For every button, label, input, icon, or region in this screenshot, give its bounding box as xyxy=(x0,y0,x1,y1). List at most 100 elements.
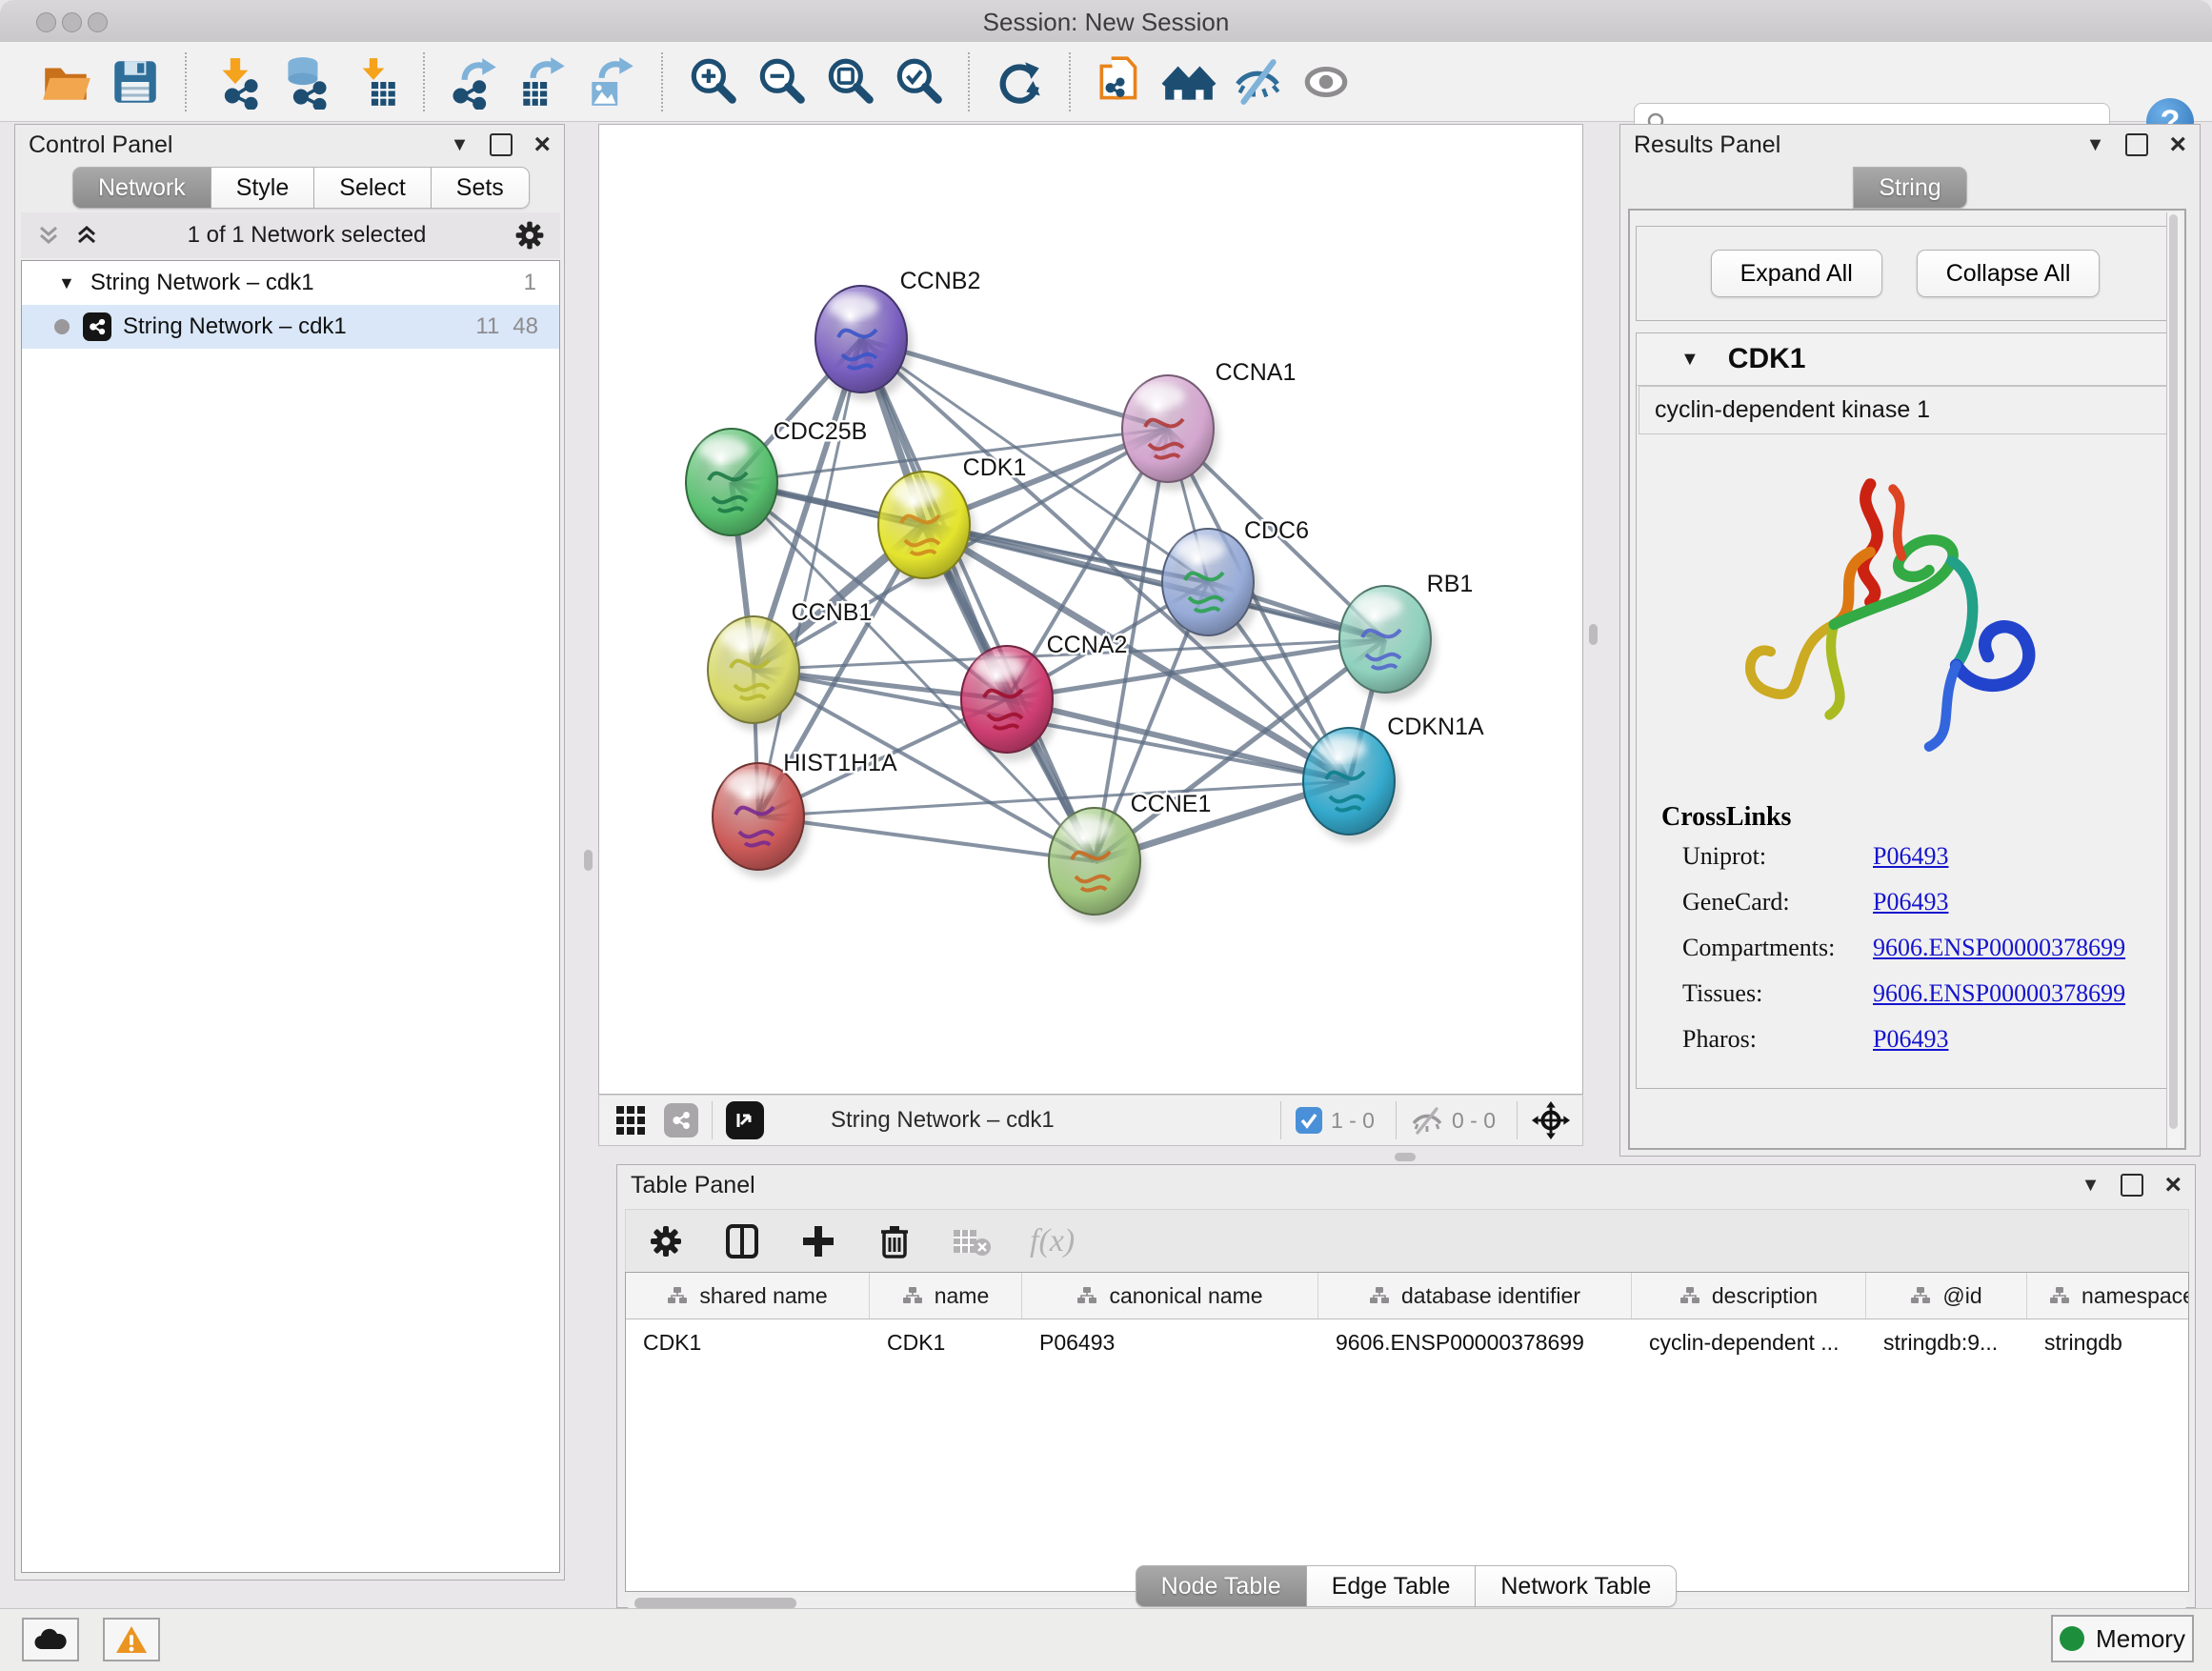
tab-select[interactable]: Select xyxy=(314,167,431,209)
zoom-out-button[interactable] xyxy=(753,52,810,111)
string-home-button[interactable] xyxy=(1160,52,1217,111)
import-network-database-button[interactable] xyxy=(276,52,333,111)
warnings-button[interactable] xyxy=(103,1618,160,1661)
column-header-name[interactable]: name xyxy=(870,1273,1022,1319)
tab-network-table[interactable]: Network Table xyxy=(1476,1565,1677,1607)
vertical-splitter-handle[interactable] xyxy=(584,850,593,871)
table-row[interactable]: CDK1CDK1P064939606.ENSP00000378699cyclin… xyxy=(626,1319,2188,1365)
selected-checkbox-icon[interactable] xyxy=(1295,1106,1323,1135)
open-in-window-icon[interactable] xyxy=(726,1101,764,1139)
table-cell[interactable]: stringdb:9... xyxy=(1866,1319,2027,1365)
collapse-all-icon[interactable] xyxy=(34,221,63,250)
column-header-description[interactable]: description xyxy=(1632,1273,1866,1319)
close-panel-icon[interactable]: × xyxy=(2169,135,2186,154)
network-node-CCNA1[interactable] xyxy=(1122,375,1219,491)
selection-status: 1 of 1 Network selected xyxy=(101,222,513,249)
add-column-icon[interactable] xyxy=(799,1222,837,1260)
edge-CCNB2-CCNE1[interactable] xyxy=(861,339,1095,861)
string-network-graph[interactable]: CCNB2CCNA1CDC25BCDK1CDC6RB1CCNB1CCNA2CDK… xyxy=(599,125,1582,1094)
table-cell[interactable]: CDK1 xyxy=(626,1319,870,1365)
save-session-button[interactable] xyxy=(107,52,164,111)
memory-button[interactable]: Memory xyxy=(2051,1615,2194,1662)
zoom-selected-button[interactable] xyxy=(890,52,947,111)
gene-section-header[interactable]: ▼ CDK1 xyxy=(1637,333,2174,386)
close-panel-icon[interactable]: × xyxy=(533,135,551,154)
tab-style[interactable]: Style xyxy=(211,167,315,209)
network-node-CDK1[interactable] xyxy=(878,472,975,587)
tab-network[interactable]: Network xyxy=(72,167,211,209)
node-table-grid[interactable]: shared namenamecanonical namedatabase id… xyxy=(625,1272,2189,1592)
gene-collapse-arrow[interactable]: ▼ xyxy=(1680,349,1699,371)
horizontal-splitter-handle[interactable] xyxy=(1395,1153,1416,1161)
collapse-all-button[interactable]: Collapse All xyxy=(1917,250,2101,297)
export-network-button[interactable] xyxy=(446,52,503,111)
import-table-file-button[interactable] xyxy=(345,52,402,111)
table-cell[interactable]: cyclin-dependent ... xyxy=(1632,1319,1866,1365)
delete-column-trash-icon[interactable] xyxy=(875,1222,914,1260)
tab-node-table[interactable]: Node Table xyxy=(1136,1565,1307,1607)
network-node-HIST1H1A[interactable] xyxy=(713,763,810,878)
network-node-CCNB2[interactable] xyxy=(815,286,913,401)
crosslink-link[interactable]: P06493 xyxy=(1873,1025,1948,1054)
network-node-RB1[interactable] xyxy=(1339,586,1437,701)
column-header-canonical-name[interactable]: canonical name xyxy=(1022,1273,1318,1319)
network-collection-row[interactable]: ▼ String Network – cdk1 1 xyxy=(22,261,559,305)
collapse-panel-icon[interactable]: ▼ xyxy=(451,134,470,156)
tab-edge-table[interactable]: Edge Table xyxy=(1307,1565,1477,1607)
collection-expand-arrow[interactable]: ▼ xyxy=(58,273,75,293)
vertical-splitter-handle[interactable] xyxy=(1589,624,1598,645)
birdseye-grid-icon[interactable] xyxy=(614,1104,647,1137)
column-header-@id[interactable]: @id xyxy=(1866,1273,2027,1319)
crosslink-link[interactable]: P06493 xyxy=(1873,842,1948,871)
network-node-CCNE1[interactable] xyxy=(1049,808,1146,923)
close-panel-icon[interactable]: × xyxy=(2164,1176,2182,1195)
table-cell[interactable]: CDK1 xyxy=(870,1319,1022,1365)
network-node-CDC25B[interactable] xyxy=(686,429,783,544)
export-table-button[interactable] xyxy=(514,52,572,111)
float-panel-icon[interactable] xyxy=(2121,1174,2143,1197)
edge-HIST1H1A-CCNB2[interactable] xyxy=(758,339,861,816)
zoom-fit-button[interactable] xyxy=(821,52,878,111)
pan-crosshair-icon[interactable] xyxy=(1531,1100,1571,1140)
footer-separator xyxy=(712,1101,713,1139)
network-node-CDKN1A[interactable] xyxy=(1303,728,1400,843)
collapse-panel-icon[interactable]: ▼ xyxy=(2081,1175,2101,1197)
tab-sets[interactable]: Sets xyxy=(432,167,530,209)
network-row-selected[interactable]: String Network – cdk1 11 48 xyxy=(22,305,559,349)
expand-all-button[interactable]: Expand All xyxy=(1711,250,1882,297)
crosslink-link[interactable]: 9606.ENSP00000378699 xyxy=(1873,934,2125,962)
show-columns-icon[interactable] xyxy=(723,1222,761,1260)
float-panel-icon[interactable] xyxy=(2125,133,2148,156)
crosslink-link[interactable]: P06493 xyxy=(1873,888,1948,916)
table-cell[interactable]: stringdb xyxy=(2027,1319,2189,1365)
update-network-button[interactable] xyxy=(991,52,1048,111)
tab-string[interactable]: String xyxy=(1853,167,1966,209)
collapse-panel-icon[interactable]: ▼ xyxy=(2086,134,2105,156)
column-header-namespace[interactable]: namespace xyxy=(2027,1273,2189,1319)
export-table-icon xyxy=(515,54,571,110)
gear-icon[interactable] xyxy=(513,218,547,252)
show-all-button[interactable] xyxy=(1297,52,1355,111)
crosslink-link[interactable]: 9606.ENSP00000378699 xyxy=(1873,979,2125,1008)
network-node-CCNA2[interactable] xyxy=(961,646,1058,761)
float-panel-icon[interactable] xyxy=(490,133,513,156)
control-panel-header: Control Panel ▼ × xyxy=(15,125,564,165)
export-image-button[interactable] xyxy=(583,52,640,111)
import-network-file-button[interactable] xyxy=(208,52,265,111)
clone-network-button[interactable] xyxy=(1092,52,1149,111)
table-cell[interactable]: P06493 xyxy=(1022,1319,1318,1365)
results-scrollbar[interactable] xyxy=(2166,212,2181,1148)
open-session-button[interactable] xyxy=(38,52,95,111)
table-settings-gear-icon[interactable] xyxy=(647,1222,685,1260)
import-table-icon xyxy=(346,54,401,110)
network-view-toolbar: String Network – cdk1 1 - 0 0 - 0 xyxy=(598,1095,1583,1146)
network-view-canvas[interactable]: CCNB2CCNA1CDC25BCDK1CDC6RB1CCNB1CCNA2CDK… xyxy=(598,124,1583,1095)
expand-all-icon[interactable] xyxy=(72,221,101,250)
cloud-status-button[interactable] xyxy=(22,1618,79,1661)
zoom-in-button[interactable] xyxy=(684,52,741,111)
column-header-shared-name[interactable]: shared name xyxy=(626,1273,870,1319)
column-header-database-identifier[interactable]: database identifier xyxy=(1318,1273,1632,1319)
hide-selected-button[interactable] xyxy=(1229,52,1286,111)
network-overview-icon[interactable] xyxy=(664,1103,698,1137)
table-cell[interactable]: 9606.ENSP00000378699 xyxy=(1318,1319,1632,1365)
